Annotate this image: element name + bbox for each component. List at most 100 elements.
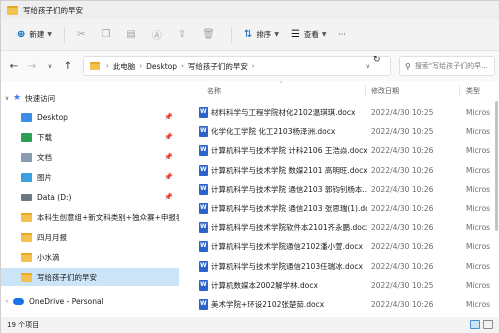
file-name: 计算机科学与技术学院 通信2103 张思瑞(1).do... — [211, 204, 367, 213]
column-header-name[interactable]: 名称 — [207, 83, 221, 99]
file-name: 计算机科学与技术学院软件本2101齐永鹏.docx — [211, 223, 367, 233]
column-divider[interactable] — [365, 85, 366, 97]
column-header-date[interactable]: 修改日期 — [371, 83, 399, 99]
up-button[interactable]: ↑ — [59, 61, 77, 72]
breadcrumb-current-folder[interactable]: 写给孩子们的早安 — [188, 61, 248, 72]
file-name: 计算机科学与技术学院 通信2103 郭钧钊杨本... — [211, 184, 367, 194]
divider — [230, 26, 232, 43]
file-row[interactable]: 计算机科学与技术学院 通信2103 郭钧钊杨本... 2022/4/30 10:2… — [179, 180, 499, 199]
file-row[interactable]: 计算机数媒本2002解学林.docx 2022/4/30 10:25 Micros — [179, 276, 499, 295]
back-button[interactable]: ← — [5, 61, 23, 72]
file-row[interactable]: 计算机科学与技术学院 计科2106 王浩焱.docx 2022/4/30 10:2… — [179, 141, 499, 160]
sort-ascending-icon: ⌃ — [279, 81, 284, 87]
file-row[interactable]: 材料科学与工程学院材化2102温琪琪.docx 2022/4/30 10:25 Mi… — [179, 103, 499, 122]
chevron-right-icon: › — [251, 62, 255, 70]
search-box[interactable]: ⚲ 搜索"写给孩子们的早... — [399, 56, 495, 76]
sidebar-item-folder-water-drop[interactable]: 小水滴 — [1, 248, 179, 266]
column-header-label: 名称 — [207, 87, 221, 95]
vertical-scrollbar[interactable] — [495, 101, 498, 231]
file-row[interactable]: 计算机科学与技术学院通信2102潘小萱.docx 2022/4/30 10:26 M… — [179, 237, 499, 256]
file-list: ⌃ 名称 修改日期 类型 材料科学与工程学院材化2102温琪琪.docx 2022… — [179, 81, 499, 317]
file-name: 计算机科学与技术学院 数媒2101 高明旺.docx — [211, 165, 367, 175]
forward-button[interactable]: → — [23, 61, 41, 72]
search-icon: ⚲ — [405, 61, 411, 71]
new-button[interactable]: ⊕ 新建 ▼ — [11, 24, 58, 46]
breadcrumb-desktop[interactable]: Desktop — [146, 62, 177, 71]
file-name: 材料科学与工程学院材化2102温琪琪.docx — [211, 108, 356, 117]
address-row: ← → ∨ ↑ › 此电脑 › Desktop › 写给孩子们的早安 › ∨ ↻… — [1, 51, 499, 81]
folder-icon — [21, 272, 32, 282]
file-modified-date: 2022/4/30 10:26 — [371, 184, 434, 194]
file-modified-date: 2022/4/30 10:26 — [371, 261, 434, 271]
column-header-type[interactable]: 类型 — [466, 83, 480, 99]
sort-icon: ⇅ — [243, 29, 253, 40]
chevron-right-icon[interactable]: › — [1, 298, 13, 305]
copy-icon: ❐ — [101, 29, 111, 40]
file-name: 计算机科学与技术学院通信2102潘小萱.docx — [211, 242, 363, 252]
chevron-down-icon: ▼ — [47, 31, 53, 38]
chevron-down-icon: ▼ — [321, 31, 327, 38]
sidebar-item-folder-current[interactable]: 写给孩子们的早安 — [1, 268, 179, 286]
file-type: Micros — [466, 204, 491, 213]
file-row[interactable]: 美术学院+环设2102张楚茹.docx 2022/4/30 10:26 Micros — [179, 295, 499, 314]
file-row[interactable]: 计算机科学与技术学院软件本2101齐永鹏.docx 2022/4/30 10:26… — [179, 218, 499, 237]
file-row[interactable]: 计算机科学与技术学院 数媒2101 高明旺.docx 2022/4/30 10:2… — [179, 161, 499, 180]
copy-button[interactable]: ❐ — [95, 24, 120, 46]
file-row[interactable]: 计算机科学与技术学院通信2103任瑞冰.docx 2022/4/30 10:26 M… — [179, 257, 499, 276]
divider — [64, 26, 66, 43]
paste-button[interactable]: ▤ — [120, 24, 145, 46]
file-row[interactable]: 计算机科学与技术学院 通信2103 张思瑞(1).do... 2022/4/30 … — [179, 199, 499, 218]
sidebar-item-label: 四月月报 — [37, 232, 67, 242]
share-button[interactable]: ⇪ — [172, 24, 196, 46]
trash-icon: 🗑 — [202, 29, 215, 40]
sidebar-item-folder-april-report[interactable]: 四月月报 — [1, 228, 179, 246]
rename-button[interactable]: Ⓐ — [146, 24, 172, 46]
command-bar: ⊕ 新建 ▼ ✂ ❐ ▤ Ⓐ ⇪ 🗑 ⇅ 排序 ▼ ☰ 查看 ▼ ··· — [1, 19, 499, 51]
file-type: Micros — [466, 242, 491, 252]
file-row[interactable]: 化学化工学院 化工2103杨泽洲.docx 2022/4/30 10:25 Micr… — [179, 122, 499, 141]
file-modified-date: 2022/4/30 10:25 — [371, 108, 434, 117]
address-dropdown-icon[interactable]: ∨ — [366, 63, 370, 70]
cut-button[interactable]: ✂ — [71, 24, 95, 46]
file-type: Micros — [466, 223, 491, 233]
delete-button[interactable]: 🗑 — [196, 24, 225, 46]
more-button[interactable]: ··· — [333, 24, 352, 46]
sidebar-item-quick-access[interactable]: ∨ ★ 快速访问 — [1, 89, 179, 107]
sidebar-item-label: 小水滴 — [37, 252, 60, 262]
column-divider[interactable] — [459, 85, 460, 97]
file-modified-date: 2022/4/30 10:26 — [371, 300, 434, 309]
sidebar-item-label: Desktop — [37, 112, 68, 122]
view-icon: ☰ — [290, 29, 300, 40]
window-title: 写给孩子们的早安 — [23, 5, 83, 15]
details-view-button[interactable] — [470, 320, 480, 329]
pin-icon: 📌 — [164, 153, 173, 161]
refresh-button[interactable]: ↻ — [373, 55, 381, 65]
file-modified-date: 2022/4/30 10:25 — [371, 280, 434, 290]
sidebar-item-label: 图片 — [37, 172, 52, 182]
word-document-icon — [199, 279, 208, 291]
sidebar-item-desktop[interactable]: Desktop 📌 — [1, 108, 179, 126]
address-bar[interactable]: › 此电脑 › Desktop › 写给孩子们的早安 › ∨ — [83, 56, 391, 76]
file-name: 计算机数媒本2002解学林.docx — [211, 280, 318, 290]
file-name: 计算机科学与技术学院通信2103任瑞冰.docx — [211, 261, 363, 271]
sort-button[interactable]: ⇅ 排序 ▼ — [238, 24, 285, 46]
pin-icon: 📌 — [164, 133, 173, 141]
sidebar-item-downloads[interactable]: 下载 📌 — [1, 128, 179, 146]
recent-dropdown-button[interactable]: ∨ — [41, 63, 59, 70]
breadcrumb-this-pc[interactable]: 此电脑 — [113, 61, 136, 72]
documents-icon — [21, 152, 32, 162]
sidebar-item-folder-competition[interactable]: 本科生创意组+新文科类别+独众赛+申报表计 — [1, 208, 179, 226]
sidebar-item-label: 写给孩子们的早安 — [37, 272, 97, 282]
view-button[interactable]: ☰ 查看 ▼ — [285, 24, 333, 46]
sidebar-item-data-drive[interactable]: Data (D:) 📌 — [1, 188, 179, 206]
chevron-right-icon: › — [106, 62, 109, 70]
pin-icon: 📌 — [164, 173, 173, 181]
sidebar-item-pictures[interactable]: 图片 📌 — [1, 168, 179, 186]
sidebar-item-onedrive[interactable]: › OneDrive - Personal — [1, 292, 179, 310]
chevron-down-icon[interactable]: ∨ — [1, 95, 13, 102]
status-bar: 19 个项目 — [1, 317, 499, 333]
file-type: Micros — [466, 127, 491, 137]
sidebar-item-documents[interactable]: 文档 📌 — [1, 148, 179, 166]
folder-icon — [21, 212, 32, 222]
tiles-view-button[interactable] — [483, 320, 493, 329]
